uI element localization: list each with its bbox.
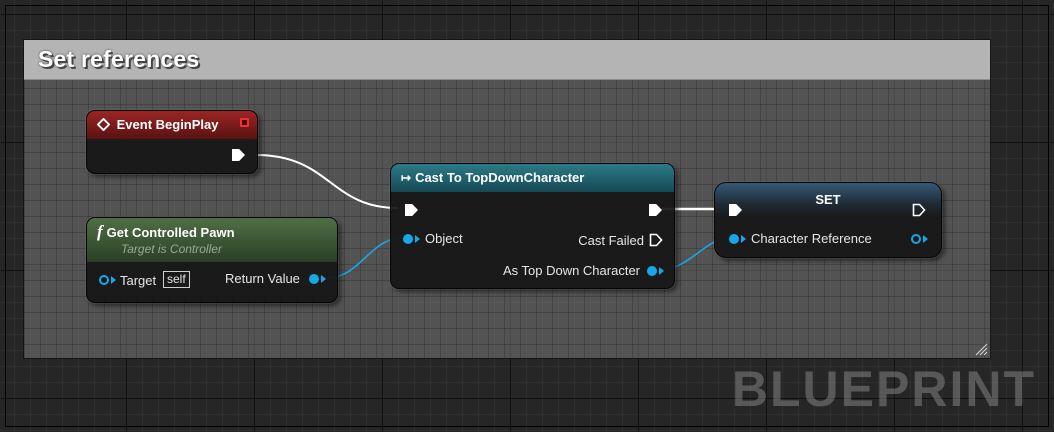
target-input-arrow-icon (111, 276, 116, 284)
set-node[interactable]: SET Character Reference (714, 182, 942, 258)
delegate-pin-icon[interactable] (240, 118, 249, 127)
cast-arrow-icon: ↦ (401, 171, 412, 185)
character-reference-output-arrow-icon (923, 235, 928, 243)
event-diamond-icon (96, 117, 111, 132)
blueprint-watermark: BLUEPRINT (731, 361, 1036, 417)
character-reference-input-pin[interactable] (729, 234, 739, 244)
exec-out-pin[interactable] (912, 203, 926, 217)
get-controlled-pawn-node[interactable]: f Get Controlled Pawn Target is Controlle… (86, 217, 338, 303)
return-value-label: Return Value (225, 271, 300, 286)
event-beginplay-title: Event BeginPlay (116, 117, 219, 132)
exec-in-pin[interactable] (405, 204, 418, 216)
exec-out-pin[interactable] (649, 204, 662, 216)
exec-out-pin[interactable] (232, 149, 245, 161)
cast-to-topdown-header[interactable]: ↦ Cast To TopDownCharacter (391, 164, 674, 192)
exec-wire-beginplay-to-cast (255, 154, 399, 209)
character-reference-arrow-icon (741, 235, 746, 243)
return-value-output-pin[interactable] (309, 274, 319, 284)
target-self-field[interactable]: self (163, 271, 190, 288)
set-title: SET (815, 192, 841, 207)
event-beginplay-header[interactable]: Event BeginPlay (87, 111, 257, 139)
target-label: Target (120, 273, 157, 288)
get-controlled-pawn-subtitle: Target is Controller (121, 242, 222, 256)
target-input-pin[interactable] (99, 275, 109, 285)
cast-failed-label: Cast Failed (578, 233, 644, 248)
get-controlled-pawn-title: Get Controlled Pawn (106, 225, 235, 240)
as-top-down-character-output-pin[interactable] (647, 266, 657, 276)
return-value-arrow-icon (321, 275, 326, 283)
event-beginplay-node[interactable]: Event BeginPlay (86, 110, 258, 174)
cast-to-topdown-node[interactable]: ↦ Cast To TopDownCharacter Object Cast Fa… (390, 163, 675, 289)
object-label: Object (425, 231, 463, 246)
cast-to-topdown-title: Cast To TopDownCharacter (415, 170, 585, 185)
object-input-arrow-icon (415, 235, 420, 243)
as-top-down-character-label: As Top Down Character (502, 263, 640, 278)
character-reference-output-pin[interactable] (911, 234, 921, 244)
function-icon: f (97, 222, 103, 241)
as-top-down-character-arrow-icon (659, 267, 664, 275)
character-reference-label: Character Reference (751, 231, 872, 246)
object-input-pin[interactable] (403, 234, 413, 244)
cast-failed-exec-pin[interactable] (649, 233, 663, 247)
get-controlled-pawn-header[interactable]: f Get Controlled Pawn Target is Controlle… (87, 218, 337, 262)
